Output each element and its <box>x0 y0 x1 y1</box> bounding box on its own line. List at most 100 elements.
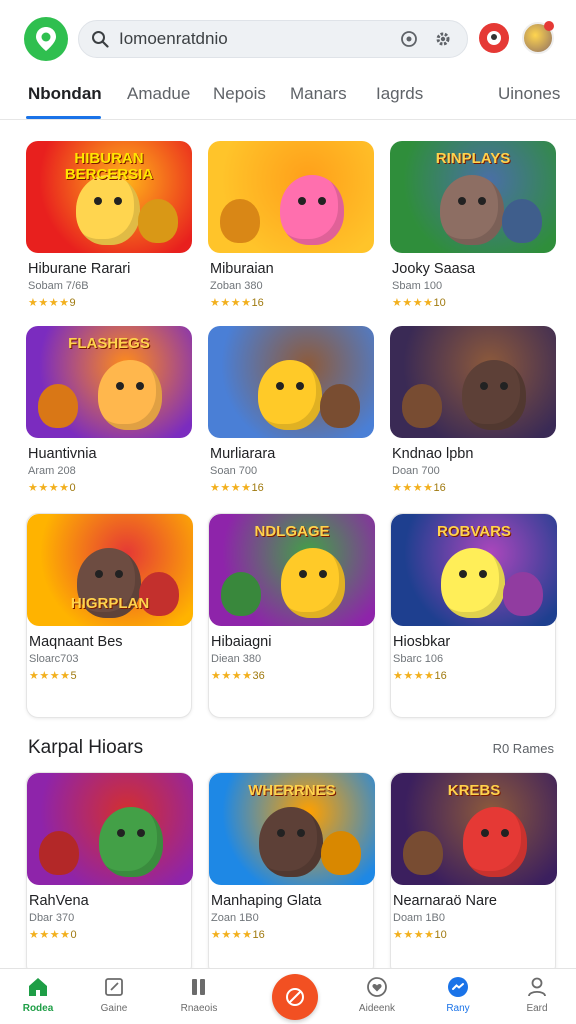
game-subtitle: Dbar 370 <box>29 912 75 924</box>
thumbnail-banner-text: KREBS <box>447 782 501 799</box>
game-title: Miburaian <box>210 261 274 277</box>
game-thumbnail[interactable]: HIGRPLAN <box>27 514 193 626</box>
game-title: Manhaping Glata <box>211 893 322 909</box>
game-title: Kndnao lpbn <box>392 446 474 462</box>
tab-0[interactable]: Nbondan <box>28 84 102 104</box>
nav-profile[interactable]: Eard <box>505 975 569 1014</box>
side-character <box>221 572 261 616</box>
rating-count: 16 <box>433 482 446 494</box>
star-rating: ★★★★10 <box>393 929 447 941</box>
game-thumbnail[interactable]: FLASHEGS <box>26 326 192 438</box>
search-input[interactable]: Iomoenratdnio <box>119 29 399 49</box>
game-thumbnail[interactable] <box>208 326 374 438</box>
notification-dot <box>544 21 554 31</box>
game-card[interactable]: Miburaian Zoban 380 ★★★★16 <box>208 141 374 316</box>
tab-3[interactable]: Manars <box>290 84 347 104</box>
side-character <box>39 831 79 875</box>
mascot-eye <box>500 382 508 390</box>
nav-library[interactable]: Rnaeois <box>167 975 231 1014</box>
game-thumbnail[interactable]: NDLGAGE <box>209 514 375 626</box>
create-fab-button[interactable] <box>272 974 318 1020</box>
game-card[interactable]: HIGRPLAN Maqnaant Bes Sloarc703 ★★★★5 <box>26 513 193 718</box>
mascot-eye <box>318 197 326 205</box>
game-subtitle: Doan 700 <box>392 465 440 477</box>
edit-icon <box>105 978 123 996</box>
game-card[interactable]: HIBURAN BERCERSIA Hiburane Rarari Sobam 7/… <box>26 141 192 316</box>
tab-2[interactable]: Nepois <box>213 84 266 104</box>
mascot-eye <box>115 570 123 578</box>
mascot-eye <box>137 829 145 837</box>
section-title: Karpal Hioars <box>28 737 144 758</box>
star-rating: ★★★★16 <box>210 482 264 494</box>
rating-count: 10 <box>434 929 447 941</box>
gear-icon[interactable] <box>433 29 453 49</box>
game-thumbnail[interactable]: KREBS <box>391 773 557 885</box>
star-rating: ★★★★16 <box>210 297 264 309</box>
game-thumbnail[interactable]: HIBURAN BERCERSIA <box>26 141 192 253</box>
thumbnail-banner-text: HIGRPLAN <box>70 595 150 612</box>
game-card[interactable]: WHERRNES Manhaping Glata Zoan 1B0 ★★★★16 <box>208 772 375 977</box>
nav-home[interactable]: Rodea <box>6 975 70 1014</box>
mascot-character <box>281 548 345 618</box>
game-subtitle: Doam 1B0 <box>393 912 445 924</box>
game-title: Murliarara <box>210 446 276 462</box>
tab-1[interactable]: Amadue <box>127 84 190 104</box>
user-avatar[interactable] <box>522 21 554 54</box>
star-rating: ★★★★36 <box>211 670 265 682</box>
game-thumbnail[interactable]: RINPLAYS <box>390 141 556 253</box>
game-card[interactable]: FLASHEGS Huantivnia Aram 208 ★★★★0 <box>26 326 192 501</box>
rating-count: 16 <box>434 670 447 682</box>
notification-avatar[interactable] <box>479 23 509 53</box>
game-card[interactable]: ROBVARS Hiosbkar Sbarc 106 ★★★★16 <box>390 513 557 718</box>
game-thumbnail[interactable] <box>390 326 556 438</box>
game-card[interactable]: RINPLAYS Jooky Saasa Sbam 100 ★★★★10 <box>390 141 556 316</box>
game-card[interactable]: Murliarara Soan 700 ★★★★16 <box>208 326 374 501</box>
thumbnail-banner-text: NDLGAGE <box>254 523 330 540</box>
game-title: Huantivnia <box>28 446 97 462</box>
nav-chat-label: Rany <box>446 1003 470 1014</box>
nav-chat[interactable]: Rany <box>426 975 490 1014</box>
game-subtitle: Zoban 380 <box>210 280 263 292</box>
tab-4[interactable]: Iagrds <box>376 84 423 104</box>
rating-count: 16 <box>251 482 264 494</box>
rating-count: 0 <box>70 929 77 941</box>
game-thumbnail[interactable] <box>27 773 193 885</box>
game-card[interactable]: KREBS Nearnaraö Nare Doam 1B0 ★★★★10 <box>390 772 557 977</box>
game-card[interactable]: Kndnao lpbn Doan 700 ★★★★16 <box>390 326 556 501</box>
thumbnail-banner-text: FLASHEGS <box>68 335 150 352</box>
home-icon <box>29 978 47 996</box>
game-card[interactable]: NDLGAGE Hibaiagni Diean 380 ★★★★36 <box>208 513 375 718</box>
game-subtitle: Soan 700 <box>210 465 258 477</box>
game-subtitle: Diean 380 <box>211 653 262 665</box>
chat-icon <box>448 977 468 997</box>
game-thumbnail[interactable] <box>208 141 374 253</box>
game-title: Maqnaant Bes <box>29 634 123 650</box>
active-tab-indicator <box>26 116 101 119</box>
app-logo-icon[interactable] <box>24 17 68 61</box>
mascot-character <box>440 175 504 245</box>
star-rating: ★★★★0 <box>28 482 76 494</box>
section-more-link[interactable]: R0 Rames <box>493 741 554 756</box>
side-character <box>38 384 78 428</box>
mascot-eye <box>136 382 144 390</box>
nav-game[interactable]: Gaine <box>82 975 146 1014</box>
mascot-character <box>99 807 163 877</box>
rating-count: 16 <box>251 297 264 309</box>
target-icon[interactable] <box>399 29 419 49</box>
search-bar[interactable]: Iomoenratdnio <box>78 20 468 58</box>
tab-5[interactable]: Uinones <box>498 84 560 104</box>
nav-favorites[interactable]: Aideenk <box>345 975 409 1014</box>
nav-library-label: Rnaeois <box>180 1003 218 1014</box>
game-subtitle: Zoan 1B0 <box>211 912 259 924</box>
nav-game-label: Gaine <box>100 1003 128 1014</box>
game-title: Hibaiagni <box>211 634 272 650</box>
mascot-eye <box>95 570 103 578</box>
game-card[interactable]: RahVena Dbar 370 ★★★★0 <box>26 772 193 977</box>
side-character <box>320 384 360 428</box>
rating-count: 36 <box>252 670 265 682</box>
rating-count: 9 <box>69 297 76 309</box>
mascot-character <box>98 360 162 430</box>
game-thumbnail[interactable]: WHERRNES <box>209 773 375 885</box>
game-thumbnail[interactable]: ROBVARS <box>391 514 557 626</box>
mascot-eye <box>298 197 306 205</box>
